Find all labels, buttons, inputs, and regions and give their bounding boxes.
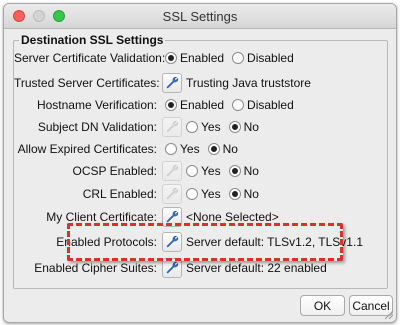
server-cert-validation-enabled-radio[interactable] [165,52,177,64]
row-ocsp-enabled: OCSP Enabled: Yes No [14,161,262,181]
wrench-icon [166,261,179,274]
enabled-cipher-suites-value: Server default: 22 enabled [186,261,327,275]
row-hostname-verification: Hostname Verification: Enabled Disabled [14,95,297,115]
hostname-verification-enabled-label[interactable]: Enabled [180,98,224,112]
title-bar: SSL Settings [4,4,396,29]
enabled-protocols-highlight [67,223,343,261]
crl-yes-label[interactable]: Yes [201,187,221,201]
wrench-icon [166,164,179,177]
crl-edit-button[interactable] [162,184,182,204]
subject-dn-validation-no-radio[interactable] [228,121,241,133]
trusted-server-certs-label: Trusted Server Certificates: [14,76,160,90]
wrench-icon [166,76,179,89]
hostname-verification-disabled-radio[interactable] [232,99,245,111]
crl-yes-radio[interactable] [186,188,198,200]
allow-expired-certs-no-label[interactable]: No [223,142,238,156]
crl-no-radio[interactable] [228,188,241,200]
row-allow-expired-certs: Allow Expired Certificates: Yes No [14,139,241,159]
ocsp-no-radio[interactable] [228,165,241,177]
subject-dn-validation-yes-radio[interactable] [186,121,198,133]
allow-expired-certs-no-radio[interactable] [207,143,220,155]
enabled-cipher-suites-edit-button[interactable] [162,258,182,278]
wrench-icon [166,120,179,133]
trusted-server-certs-edit-button[interactable] [162,73,182,93]
my-client-cert-value: <None Selected> [186,210,279,224]
wrench-icon [166,210,179,223]
ocsp-yes-label[interactable]: Yes [201,164,221,178]
server-cert-validation-enabled-label[interactable]: Enabled [180,51,224,65]
crl-no-label[interactable]: No [244,187,259,201]
server-cert-validation-label: Server Certificate Validation: [14,51,166,65]
server-cert-validation-disabled-radio[interactable] [232,52,245,64]
wrench-icon [166,187,179,200]
enabled-cipher-suites-label: Enabled Cipher Suites: [34,261,157,275]
ok-button[interactable]: OK [300,295,345,316]
window-title: SSL Settings [162,9,238,24]
row-subject-dn-validation: Subject DN Validation: Yes No [14,117,262,137]
my-client-cert-label: My Client Certificate: [46,210,157,224]
row-crl-enabled: CRL Enabled: Yes No [14,184,262,204]
resize-grip[interactable] [385,311,393,319]
row-trusted-server-certs: Trusted Server Certificates: Trusting Ja… [14,73,311,93]
trusted-server-certs-value: Trusting Java truststore [186,76,311,90]
allow-expired-certs-yes-label[interactable]: Yes [180,142,200,156]
subject-dn-validation-label: Subject DN Validation: [37,120,157,134]
group-title: Destination SSL Settings [19,33,166,47]
row-server-cert-validation: Server Certificate Validation: Enabled D… [14,48,297,68]
hostname-verification-enabled-radio[interactable] [165,99,177,111]
ocsp-edit-button[interactable] [162,161,182,181]
subject-dn-validation-edit-button[interactable] [162,117,182,137]
crl-enabled-label: CRL Enabled: [82,187,157,201]
subject-dn-validation-no-label[interactable]: No [244,120,259,134]
hostname-verification-label: Hostname Verification: [36,98,157,112]
allow-expired-certs-yes-radio[interactable] [165,143,177,155]
allow-expired-certs-label: Allow Expired Certificates: [17,142,157,156]
row-enabled-cipher-suites: Enabled Cipher Suites: Server default: 2… [14,258,327,278]
hostname-verification-disabled-label[interactable]: Disabled [247,98,294,112]
ocsp-enabled-label: OCSP Enabled: [72,164,158,178]
ocsp-no-label[interactable]: No [244,164,259,178]
server-cert-validation-disabled-label[interactable]: Disabled [247,51,294,65]
ocsp-yes-radio[interactable] [186,165,198,177]
ssl-settings-window: SSL Settings Destination SSL Settings Se… [3,3,397,323]
subject-dn-validation-yes-label[interactable]: Yes [201,120,221,134]
